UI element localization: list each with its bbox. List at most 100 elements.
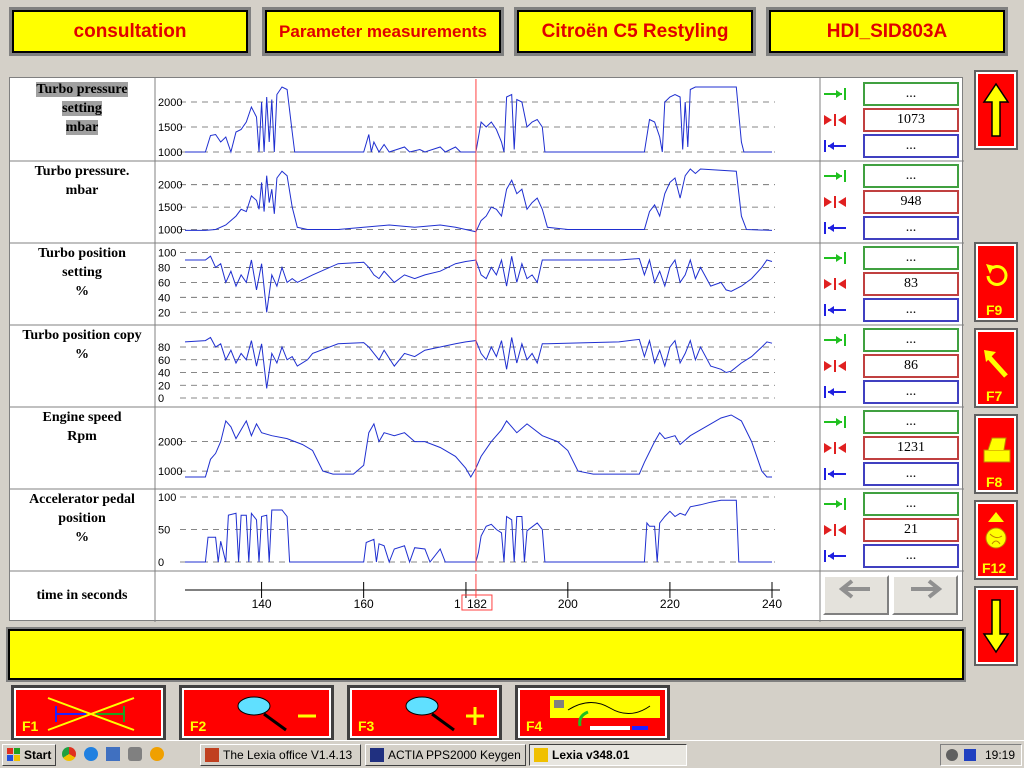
- windows-taskbar: Start The Lexia office V1.4.13 ACTIA PPS…: [0, 740, 1024, 768]
- min-marker-icon: [824, 304, 846, 316]
- tab-ecu[interactable]: HDI_SID803A: [766, 7, 1008, 56]
- globe-icon: [985, 512, 1007, 549]
- system-tray: 19:19: [940, 744, 1022, 766]
- channel-label-line: setting: [62, 101, 102, 116]
- time-tick-label: 160: [354, 597, 374, 611]
- current-value-field: 86: [863, 354, 959, 378]
- time-tick-label: 240: [762, 597, 782, 611]
- channel-label-line: Turbo position copy: [22, 328, 142, 343]
- taskbar-window-keygen[interactable]: ACTIA PPS2000 Keygen: [365, 744, 526, 766]
- current-value-field: 83: [863, 272, 959, 296]
- scroll-up-button[interactable]: [974, 70, 1018, 150]
- start-button[interactable]: Start: [2, 744, 56, 766]
- tab-consultation[interactable]: consultation: [9, 7, 251, 56]
- taskbar-window-lexia-office[interactable]: The Lexia office V1.4.13: [200, 744, 361, 766]
- f1-key-label: F1: [22, 718, 39, 734]
- y-tick-label: 0: [158, 557, 164, 569]
- y-tick-label: 0: [158, 393, 164, 405]
- f2-key-label: F2: [190, 718, 207, 734]
- max-marker-icon: [824, 334, 846, 346]
- min-marker-icon: [824, 550, 846, 562]
- min-value-field: ...: [863, 134, 959, 158]
- windows-logo-icon: [7, 748, 20, 761]
- f9-key-label: F9: [986, 302, 1003, 318]
- y-tick-label: 1000: [158, 147, 182, 159]
- min-marker-icon: [824, 140, 846, 152]
- start-label: Start: [24, 748, 52, 762]
- time-tick-label: 200: [558, 597, 578, 611]
- y-tick-label: 20: [158, 307, 170, 319]
- channel-label-line: %: [75, 284, 89, 299]
- outlook-icon[interactable]: [106, 747, 120, 761]
- media-player-icon[interactable]: [150, 747, 164, 761]
- f7-button[interactable]: F7: [974, 328, 1018, 408]
- status-message-bar: [6, 627, 966, 682]
- time-tick-label: 140: [252, 597, 272, 611]
- speaker-icon[interactable]: [946, 749, 958, 761]
- f7-key-label: F7: [986, 388, 1003, 404]
- tab-parameter-measurements[interactable]: Parameter measurements: [262, 7, 504, 56]
- f12-key-label: F12: [982, 560, 1007, 576]
- y-tick-label: 60: [158, 355, 170, 367]
- f8-key-label: F8: [986, 474, 1003, 490]
- max-value-field: ...: [863, 410, 959, 434]
- printer-icon: [983, 437, 1011, 463]
- parameter-graph: 1000150020001000150020002040608010002040…: [10, 78, 964, 622]
- chrome-icon[interactable]: [62, 747, 76, 761]
- max-marker-icon: [824, 252, 846, 264]
- min-marker-icon: [824, 386, 846, 398]
- max-value-field: ...: [863, 246, 959, 270]
- series-trace: [185, 255, 773, 313]
- cursor-arrow-icon: [984, 350, 1008, 378]
- min-value-field: ...: [863, 462, 959, 486]
- min-value-field: ...: [863, 298, 959, 322]
- f2-button[interactable]: F2: [179, 685, 334, 741]
- channel-label: Turbo position setting%: [12, 244, 152, 301]
- f3-key-label: F3: [358, 718, 375, 734]
- y-tick-label: 1000: [158, 225, 182, 237]
- scroll-left-button[interactable]: [823, 575, 889, 615]
- min-marker-icon: [824, 468, 846, 480]
- right-arrow-icon: [911, 579, 943, 599]
- y-tick-label: 50: [158, 525, 170, 537]
- scroll-right-button[interactable]: [892, 575, 958, 615]
- channel-label-line: position: [58, 511, 106, 526]
- y-tick-label: 20: [158, 380, 170, 392]
- tab-vehicle[interactable]: Citroën C5 Restyling: [514, 7, 756, 56]
- taskbar-window-label: The Lexia office V1.4.13: [223, 748, 353, 762]
- current-marker-icon: [824, 196, 846, 208]
- current-value-field: 21: [863, 518, 959, 542]
- time-tick-label: 220: [660, 597, 680, 611]
- channel-label-line: Rpm: [67, 429, 97, 444]
- f9-button[interactable]: F9: [974, 242, 1018, 322]
- current-marker-icon: [824, 278, 846, 290]
- lexia-icon: [534, 748, 548, 762]
- channel-label: Accelerator pedal position%: [12, 490, 152, 547]
- channel-label-line: Turbo position: [38, 246, 126, 261]
- min-marker-icon: [824, 222, 846, 234]
- f12-button[interactable]: F12: [974, 500, 1018, 580]
- y-tick-label: 100: [158, 247, 176, 259]
- series-trace: [184, 336, 773, 389]
- current-marker-icon: [824, 524, 846, 536]
- f4-button[interactable]: F4: [515, 685, 670, 741]
- channel-label-line: setting: [62, 265, 102, 280]
- max-value-field: ...: [863, 164, 959, 188]
- current-marker-icon: [824, 114, 846, 126]
- channel-label-line: Turbo pressure.: [34, 164, 130, 179]
- y-tick-label: 80: [158, 262, 170, 274]
- series-trace: [185, 86, 772, 154]
- min-value-field: ...: [863, 216, 959, 240]
- tools-icon[interactable]: [128, 747, 142, 761]
- f1-button[interactable]: F1: [11, 685, 166, 741]
- lexia-office-icon: [205, 748, 219, 762]
- security-icon[interactable]: [964, 749, 976, 761]
- f8-button[interactable]: F8: [974, 414, 1018, 494]
- taskbar-window-lexia[interactable]: Lexia v348.01: [529, 744, 687, 766]
- scroll-down-button[interactable]: [974, 586, 1018, 666]
- current-value-field: 948: [863, 190, 959, 214]
- y-tick-label: 100: [158, 492, 176, 504]
- y-tick-label: 1000: [158, 466, 182, 478]
- f3-button[interactable]: F3: [347, 685, 502, 741]
- ie-icon[interactable]: [84, 747, 98, 761]
